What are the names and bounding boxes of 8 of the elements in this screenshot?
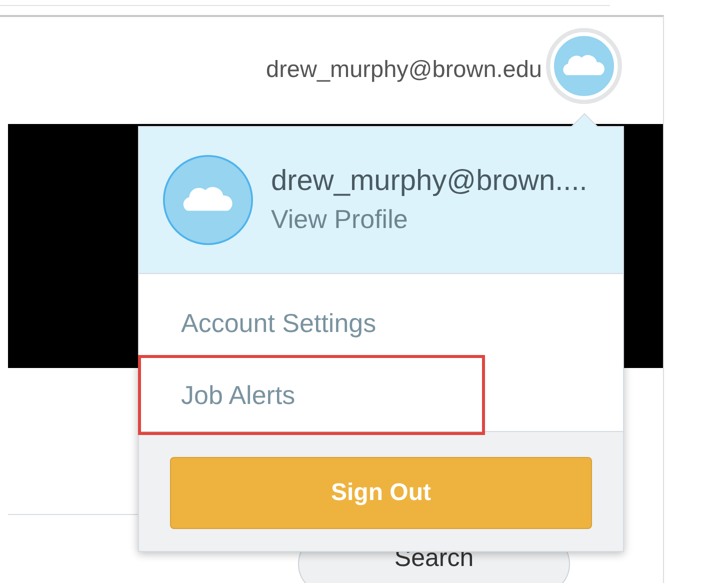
avatar-icon — [546, 28, 622, 104]
menu-item[interactable]: Job Alerts — [139, 359, 623, 431]
view-profile-link[interactable]: View Profile — [271, 204, 588, 235]
menu-item[interactable]: Account Settings — [139, 287, 623, 359]
avatar-icon — [163, 155, 253, 245]
sign-out-button[interactable]: Sign Out — [170, 457, 592, 529]
user-name: drew_murphy@brown.... — [271, 165, 588, 198]
user-email: drew_murphy@brown.edu — [266, 56, 542, 83]
